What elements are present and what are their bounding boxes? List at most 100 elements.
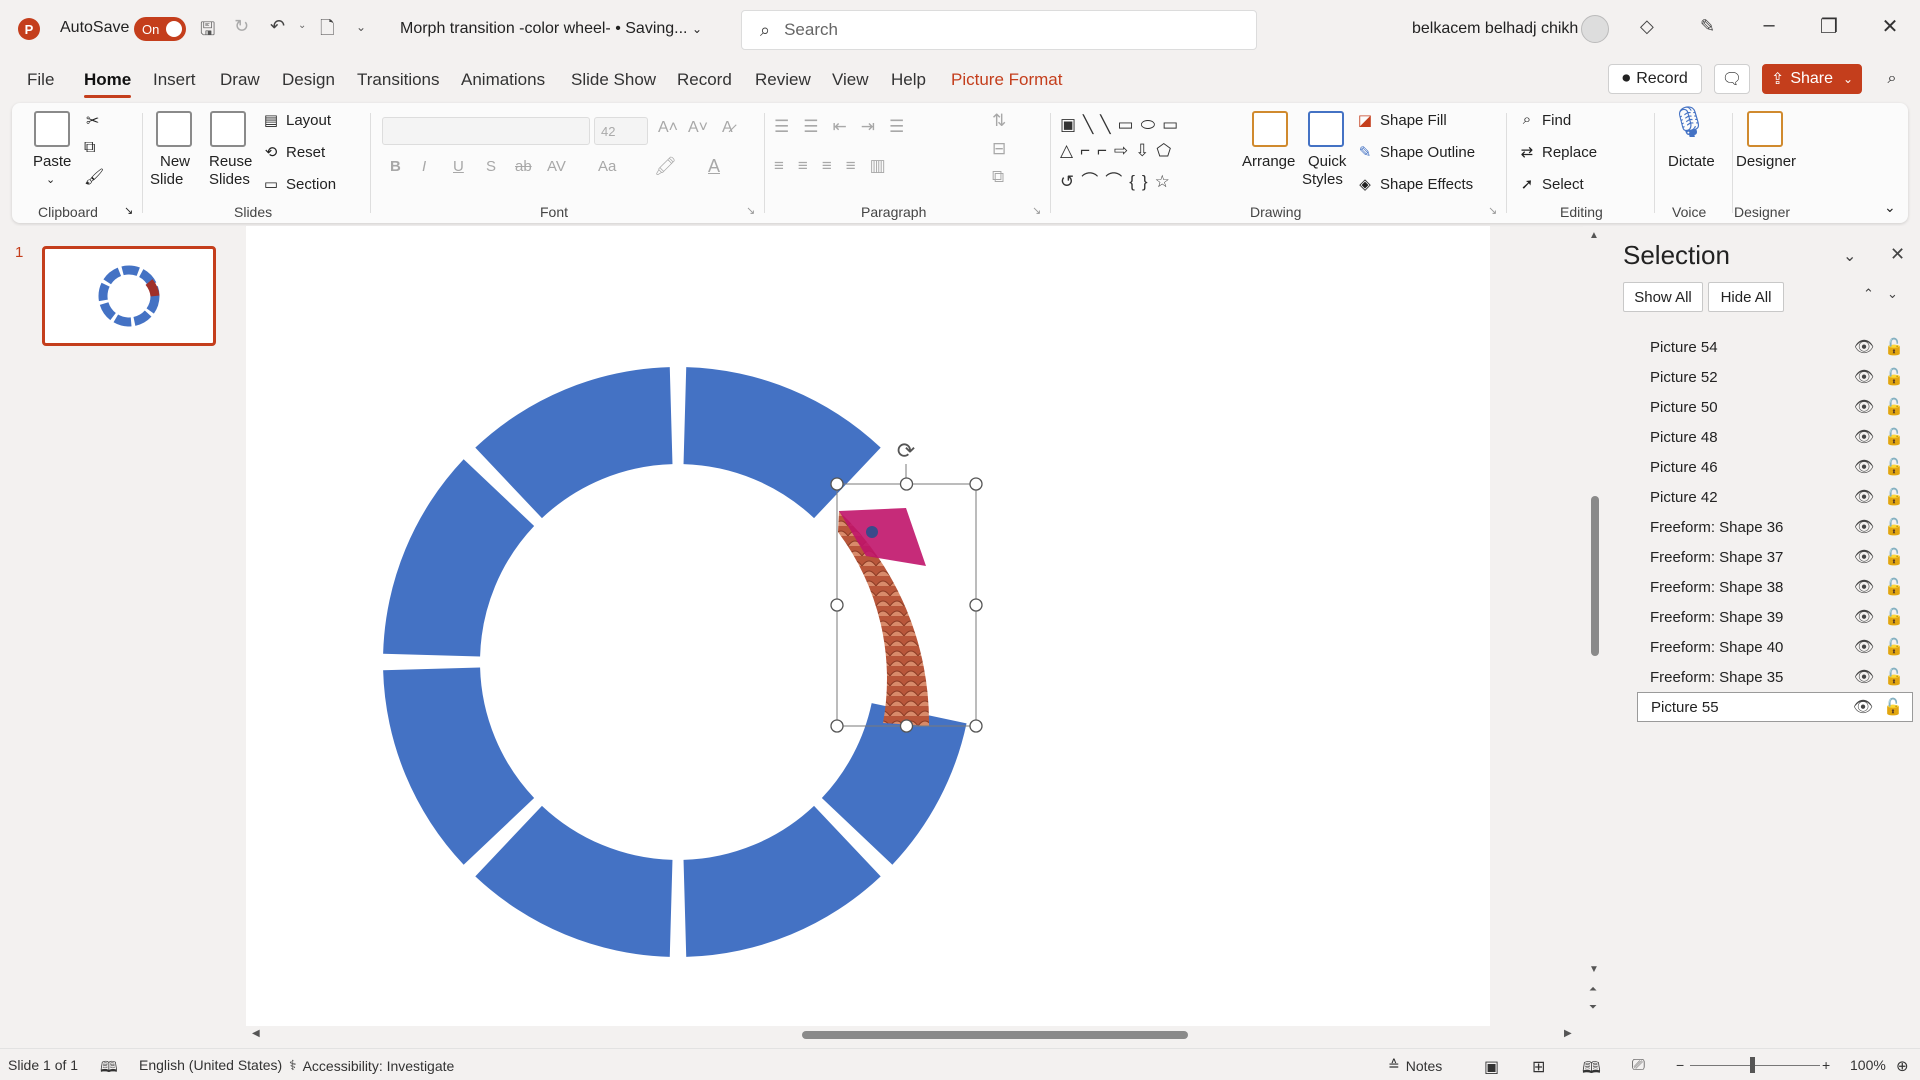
lock-icon[interactable]: 🔓 (1883, 667, 1905, 687)
horizontal-scroll-thumb[interactable] (802, 1031, 1188, 1039)
tab-help[interactable]: Help (891, 70, 926, 90)
rotate-handle-icon[interactable]: ⟳ (897, 438, 915, 463)
zoom-out-icon[interactable]: − (1676, 1057, 1684, 1073)
wheel-segment[interactable] (383, 667, 535, 865)
list-buttons-icon[interactable]: ☰☰⇤⇥☰ (774, 117, 918, 137)
smartart-icon[interactable]: ⧉ (992, 167, 1004, 187)
selection-list-item[interactable]: Picture 48 👁 🔓 (1637, 422, 1913, 452)
lock-icon[interactable]: 🔓 (1883, 427, 1905, 447)
new-slide-icon[interactable] (156, 111, 192, 147)
paste-button[interactable]: Paste (33, 153, 71, 170)
selection-list-item[interactable]: Picture 55 👁 🔓 (1637, 692, 1913, 722)
bring-forward-icon[interactable]: ⌃ (1863, 286, 1874, 302)
pen-icon[interactable]: ✎ (1700, 16, 1715, 37)
selection-list-item[interactable]: Picture 54 👁 🔓 (1637, 332, 1913, 362)
lock-icon[interactable]: 🔓 (1883, 607, 1905, 627)
format-painter-icon[interactable]: 🖌 (84, 167, 104, 187)
eye-icon[interactable]: 👁 (1852, 697, 1874, 717)
undo-icon[interactable]: ↶ (270, 16, 285, 37)
language-status[interactable]: English (United States) (139, 1057, 282, 1073)
tab-file[interactable]: File (27, 70, 54, 90)
fit-slide-icon[interactable]: ⊕ (1896, 1057, 1909, 1075)
selection-list-item[interactable]: Picture 50 👁 🔓 (1637, 392, 1913, 422)
wheel-segment[interactable] (383, 459, 535, 657)
send-backward-icon[interactable]: ⌄ (1887, 286, 1898, 302)
arrange-button[interactable]: Arrange (1242, 153, 1295, 170)
decrease-font-icon[interactable]: A˅ (688, 119, 708, 137)
zoom-in-icon[interactable]: + (1822, 1057, 1830, 1073)
layout-button[interactable]: ▤ Layout (262, 111, 331, 130)
selection-list-item[interactable]: Picture 46 👁 🔓 (1637, 452, 1913, 482)
minimize-icon[interactable]: – (1754, 14, 1784, 37)
maximize-icon[interactable]: ❐ (1814, 14, 1844, 39)
eye-icon[interactable]: 👁 (1853, 547, 1875, 567)
font-name-combo[interactable] (382, 117, 590, 145)
selection-list-item[interactable]: Picture 52 👁 🔓 (1637, 362, 1913, 392)
reuse-slides-button-line2[interactable]: Slides (209, 171, 250, 188)
dialog-launcher-icon[interactable]: ↘ (124, 204, 133, 217)
lock-icon[interactable]: 🔓 (1883, 457, 1905, 477)
font-color-icon[interactable]: A (708, 156, 720, 177)
selection-list-item[interactable]: Freeform: Shape 35 👁 🔓 (1637, 662, 1913, 692)
quick-styles-button-line2[interactable]: Styles (1302, 171, 1343, 188)
change-case-button[interactable]: Aa (598, 158, 616, 175)
underline-button[interactable]: U (453, 158, 464, 175)
shape-outline-button[interactable]: ✎ Shape Outline (1356, 143, 1475, 162)
resize-handle[interactable] (830, 719, 844, 733)
find-button[interactable]: ⌕ Find (1518, 111, 1571, 129)
zoom-slider-thumb[interactable] (1750, 1057, 1755, 1073)
designer-icon[interactable] (1747, 111, 1783, 147)
notes-button[interactable]: ≙ Notes (1388, 1057, 1442, 1074)
eye-icon[interactable]: 👁 (1853, 637, 1875, 657)
record-button[interactable]: ⏺ Record (1608, 64, 1702, 94)
lock-icon[interactable]: 🔓 (1883, 577, 1905, 597)
close-pane-icon[interactable]: ✕ (1890, 244, 1905, 265)
resize-handle[interactable] (969, 477, 983, 491)
eye-icon[interactable]: 👁 (1853, 487, 1875, 507)
lock-icon[interactable]: 🔓 (1883, 517, 1905, 537)
resize-handle[interactable] (830, 598, 844, 612)
tab-insert[interactable]: Insert (153, 70, 196, 90)
eye-icon[interactable]: 👁 (1853, 577, 1875, 597)
scroll-up-icon[interactable]: ▲ (1589, 230, 1599, 241)
reading-view-icon[interactable]: 🕮 (1582, 1057, 1601, 1080)
scroll-right-icon[interactable]: ▶ (1564, 1028, 1572, 1039)
catch-up-icon[interactable]: ⌕ (1876, 64, 1908, 94)
eye-icon[interactable]: 👁 (1853, 517, 1875, 537)
show-all-button[interactable]: Show All (1623, 282, 1703, 312)
eye-icon[interactable]: 👁 (1853, 397, 1875, 417)
selection-list-item[interactable]: Freeform: Shape 40 👁 🔓 (1637, 632, 1913, 662)
eye-icon[interactable]: 👁 (1853, 607, 1875, 627)
tab-home[interactable]: Home (84, 70, 132, 98)
new-slide-button[interactable]: New (160, 153, 190, 170)
arrange-icon[interactable] (1252, 111, 1288, 147)
eye-icon[interactable]: 👁 (1853, 427, 1875, 447)
reuse-slides-icon[interactable] (210, 111, 246, 147)
slide-thumbnail[interactable] (42, 246, 216, 346)
dialog-launcher-icon[interactable]: ↘ (1488, 204, 1497, 217)
align-text-icon[interactable]: ⊟ (992, 139, 1006, 159)
resize-handle[interactable] (830, 477, 844, 491)
shape-fill-button[interactable]: ◪ Shape Fill (1356, 111, 1447, 130)
color-wheel[interactable] (383, 367, 967, 957)
tab-record[interactable]: Record (677, 70, 732, 90)
zoom-level[interactable]: 100% (1850, 1057, 1886, 1073)
lock-icon[interactable]: 🔓 (1883, 547, 1905, 567)
replace-button[interactable]: ⇄ Replace (1518, 143, 1597, 162)
vertical-scroll-thumb[interactable] (1591, 496, 1599, 656)
dialog-launcher-icon[interactable]: ↘ (1032, 204, 1041, 217)
vertical-scrollbar[interactable]: ▲ ▼ ⏶ ⏷ (1583, 226, 1607, 1026)
slide-canvas[interactable]: ⟳ (246, 226, 1490, 1026)
new-slide-button-line2[interactable]: Slide (150, 171, 183, 188)
lock-icon[interactable]: 🔓 (1883, 397, 1905, 417)
resize-handle[interactable] (969, 598, 983, 612)
dictate-button[interactable]: Dictate (1668, 153, 1715, 170)
previous-slide-icon[interactable]: ⏶ (1589, 984, 1597, 995)
tab-picture-format[interactable]: Picture Format (951, 70, 1062, 90)
wheel-segment[interactable] (475, 367, 673, 519)
diamond-icon[interactable]: ◇ (1640, 16, 1654, 37)
slide-show-icon[interactable]: ⎚ (1632, 1057, 1645, 1075)
resize-handle[interactable] (969, 719, 983, 733)
horizontal-scrollbar[interactable]: ◀ ▶ (246, 1026, 1580, 1044)
shadow-button[interactable]: S (486, 158, 496, 175)
